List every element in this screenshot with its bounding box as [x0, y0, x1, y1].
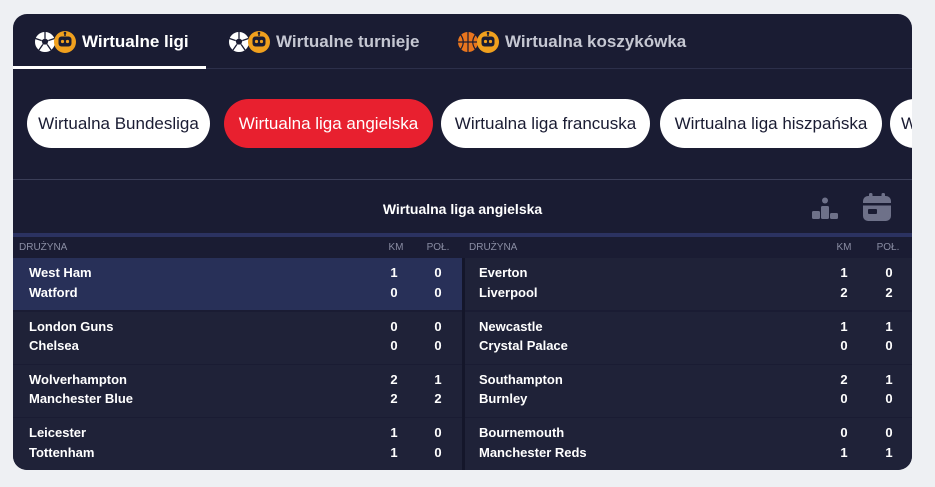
away-pol: 1 [885, 445, 893, 460]
home-team: London Guns [29, 319, 114, 334]
virtual-sports-panel: Wirtualne ligi Wirtualne turnieje Wirtua… [13, 14, 912, 470]
match-row[interactable]: Newcastle 1 1 Crystal Palace 0 0 [465, 312, 912, 364]
home-team: Leicester [29, 425, 87, 440]
home-km: 0 [390, 319, 398, 334]
away-km: 2 [390, 391, 398, 406]
match-row[interactable]: Bournemouth 0 0 Manchester Reds 1 1 [465, 418, 912, 470]
league-chip-english[interactable]: Wirtualna liga angielska [224, 99, 433, 148]
table-title: Wirtualna liga angielska [382, 201, 543, 217]
home-km: 2 [840, 372, 848, 387]
away-km: 0 [840, 338, 848, 353]
home-team: Everton [479, 265, 528, 280]
home-team: West Ham [29, 265, 92, 280]
col-header-team: DRUŻYNA [19, 242, 68, 253]
col-header-pol: POŁ. [426, 242, 450, 253]
league-chip-spanish[interactable]: Wirtualna liga hiszpańska [660, 99, 882, 148]
away-km: 0 [390, 285, 398, 300]
away-pol: 2 [434, 391, 442, 406]
match-row[interactable]: Wolverhampton 2 1 Manchester Blue 2 2 [13, 365, 462, 417]
away-pol: 0 [434, 338, 442, 353]
away-team: Watford [29, 285, 78, 300]
home-km: 1 [390, 265, 398, 280]
away-team: Burnley [479, 391, 528, 406]
divider [13, 179, 912, 180]
home-km: 2 [390, 372, 398, 387]
tab-label: Wirtualna koszykówka [505, 31, 687, 51]
match-row[interactable]: Leicester 1 0 Tottenham 1 0 [13, 418, 462, 470]
home-km: 1 [840, 265, 848, 280]
away-pol: 0 [434, 445, 442, 460]
home-pol: 1 [885, 372, 893, 387]
away-km: 0 [840, 391, 848, 406]
tab-virtual-basketball[interactable]: Wirtualna koszykówka [456, 14, 686, 69]
away-pol: 2 [885, 285, 893, 300]
home-km: 1 [840, 319, 848, 334]
away-pol: 0 [885, 338, 893, 353]
home-pol: 0 [434, 265, 442, 280]
match-row[interactable]: Southampton 2 1 Burnley 0 0 [465, 365, 912, 417]
col-header-pol: POŁ. [876, 242, 900, 253]
tab-label: Wirtualne turnieje [276, 31, 420, 51]
league-chip-french[interactable]: Wirtualna liga francuska [441, 99, 650, 148]
away-team: Manchester Blue [29, 391, 134, 406]
active-tab-indicator [13, 66, 206, 69]
home-pol: 0 [434, 319, 442, 334]
home-pol: 0 [434, 425, 442, 440]
home-pol: 0 [885, 265, 893, 280]
tab-label: Wirtualne ligi [82, 31, 189, 51]
home-pol: 0 [885, 425, 893, 440]
away-team: Chelsea [29, 338, 79, 353]
league-chip-bundesliga[interactable]: Wirtualna Bundesliga [27, 99, 210, 148]
away-km: 1 [390, 445, 398, 460]
away-team: Crystal Palace [479, 338, 568, 353]
podium-icon[interactable] [810, 192, 840, 227]
col-header-km: KM [388, 242, 404, 253]
home-km: 1 [390, 425, 398, 440]
home-team: Southampton [479, 372, 563, 387]
match-row[interactable]: West Ham 1 0 Watford 0 0 [13, 258, 462, 310]
tab-virtual-tournaments[interactable]: Wirtualne turnieje [227, 14, 419, 69]
football-robot-icon [33, 30, 77, 54]
home-team: Newcastle [479, 319, 543, 334]
tab-bar: Wirtualne ligi Wirtualne turnieje Wirtua… [13, 14, 912, 69]
away-team: Liverpool [479, 285, 538, 300]
match-row[interactable]: London Guns 0 0 Chelsea 0 0 [13, 312, 462, 364]
home-team: Wolverhampton [29, 372, 127, 387]
home-pol: 1 [434, 372, 442, 387]
basketball-robot-icon [456, 30, 500, 54]
header-rule [13, 233, 912, 237]
tab-virtual-leagues[interactable]: Wirtualne ligi [33, 14, 189, 69]
away-km: 0 [390, 338, 398, 353]
away-team: Tottenham [29, 445, 95, 460]
away-pol: 0 [885, 391, 893, 406]
away-km: 1 [840, 445, 848, 460]
home-km: 0 [840, 425, 848, 440]
home-pol: 1 [885, 319, 893, 334]
league-selector: Wirtualna Bundesliga Wirtualna liga angi… [13, 98, 912, 150]
col-header-team: DRUŻYNA [469, 242, 518, 253]
league-chip-partial[interactable]: W [890, 99, 912, 148]
away-team: Manchester Reds [479, 445, 587, 460]
match-row[interactable]: Everton 1 0 Liverpool 2 2 [465, 258, 912, 310]
calendar-icon[interactable] [862, 192, 892, 227]
football-robot-icon [227, 30, 271, 54]
away-pol: 0 [434, 285, 442, 300]
away-km: 2 [840, 285, 848, 300]
col-header-km: KM [836, 242, 852, 253]
home-team: Bournemouth [479, 425, 565, 440]
